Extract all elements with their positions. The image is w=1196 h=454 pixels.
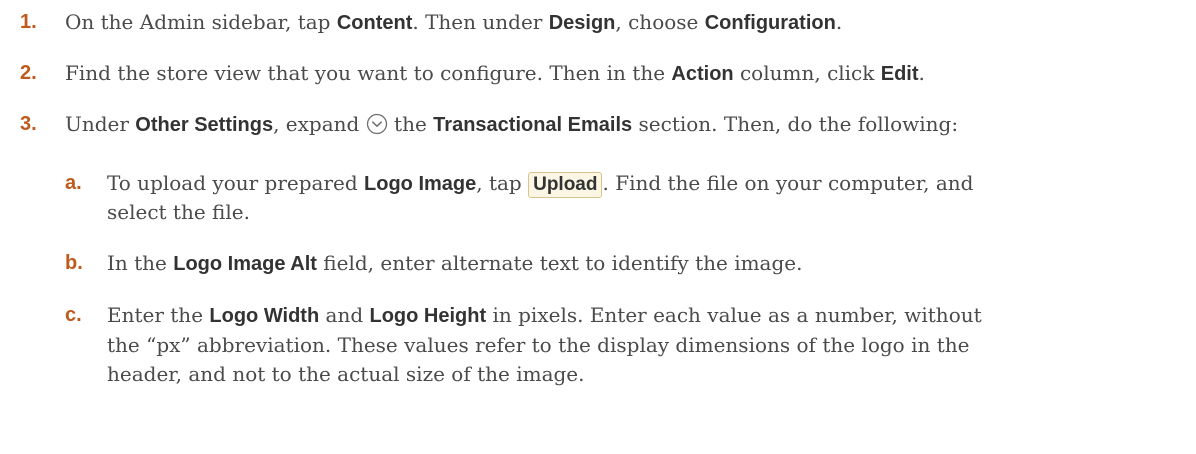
step-text: the [387,112,434,136]
step-text: and [319,303,370,327]
substep-c-text: Enter the Logo Width and Logo Height in … [107,302,982,329]
step-text: Under [65,112,136,136]
step-text: field, enter alternate text to identify … [316,251,803,275]
ui-term-logo-image-alt: Logo Image Alt [173,253,317,275]
substep-b-text: In the Logo Image Alt field, enter alter… [107,250,802,277]
substep-c-text-line-3: header, and not to the actual size of th… [107,362,585,386]
step-text: Enter the [107,303,210,327]
step-3-text: Under Other Settings, expand the Transac… [65,111,958,138]
ui-term-transactional-emails: Transactional Emails [433,114,633,136]
step-text: . Find the file on your computer, and [602,171,974,195]
step-text: . [835,10,843,34]
step-text: , tap [476,171,529,195]
ui-term-content: Content [336,12,413,34]
expand-circle-chevron-icon [366,113,387,135]
step-text: section. Then, do the following: [632,112,959,136]
instructions-document: 1. On the Admin sidebar, tap Content. Th… [0,0,1196,454]
step-text: column, click [733,61,881,85]
step-text: in pixels. Enter each value as a number,… [486,303,982,327]
substep-a-text: To upload your prepared Logo Image, tap … [107,170,973,198]
substep-a-text-line-2: select the file. [107,200,250,224]
ui-term-action: Action [671,63,734,85]
step-text: On the Admin sidebar, tap [65,10,337,34]
step-2-text: Find the store view that you want to con… [65,60,925,87]
ui-term-logo-height: Logo Height [369,305,487,327]
ui-term-logo-width: Logo Width [209,305,320,327]
ui-term-other-settings: Other Settings [135,114,274,136]
step-number: 3. [20,113,37,135]
step-number: 2. [20,62,37,84]
substep-letter: b. [65,252,83,274]
step-text: , expand [273,112,366,136]
ui-term-logo-image: Logo Image [364,173,477,195]
step-text: Find the store view that you want to con… [65,61,672,85]
step-text: , choose [615,10,705,34]
substep-c-text-line-2: the “px” abbreviation. These values refe… [107,333,970,357]
ui-term-edit: Edit [880,63,919,85]
upload-button: Upload [528,172,603,198]
ui-term-configuration: Configuration [704,12,836,34]
step-text: . [918,61,925,85]
substep-letter: a. [65,172,82,194]
ui-term-design: Design [548,12,616,34]
substep-letter: c. [65,304,82,326]
step-text: To upload your prepared [107,171,365,195]
step-1-text: On the Admin sidebar, tap Content. Then … [65,9,842,36]
step-text: . Then under [412,10,549,34]
step-number: 1. [20,11,37,33]
step-text: In the [107,251,174,275]
